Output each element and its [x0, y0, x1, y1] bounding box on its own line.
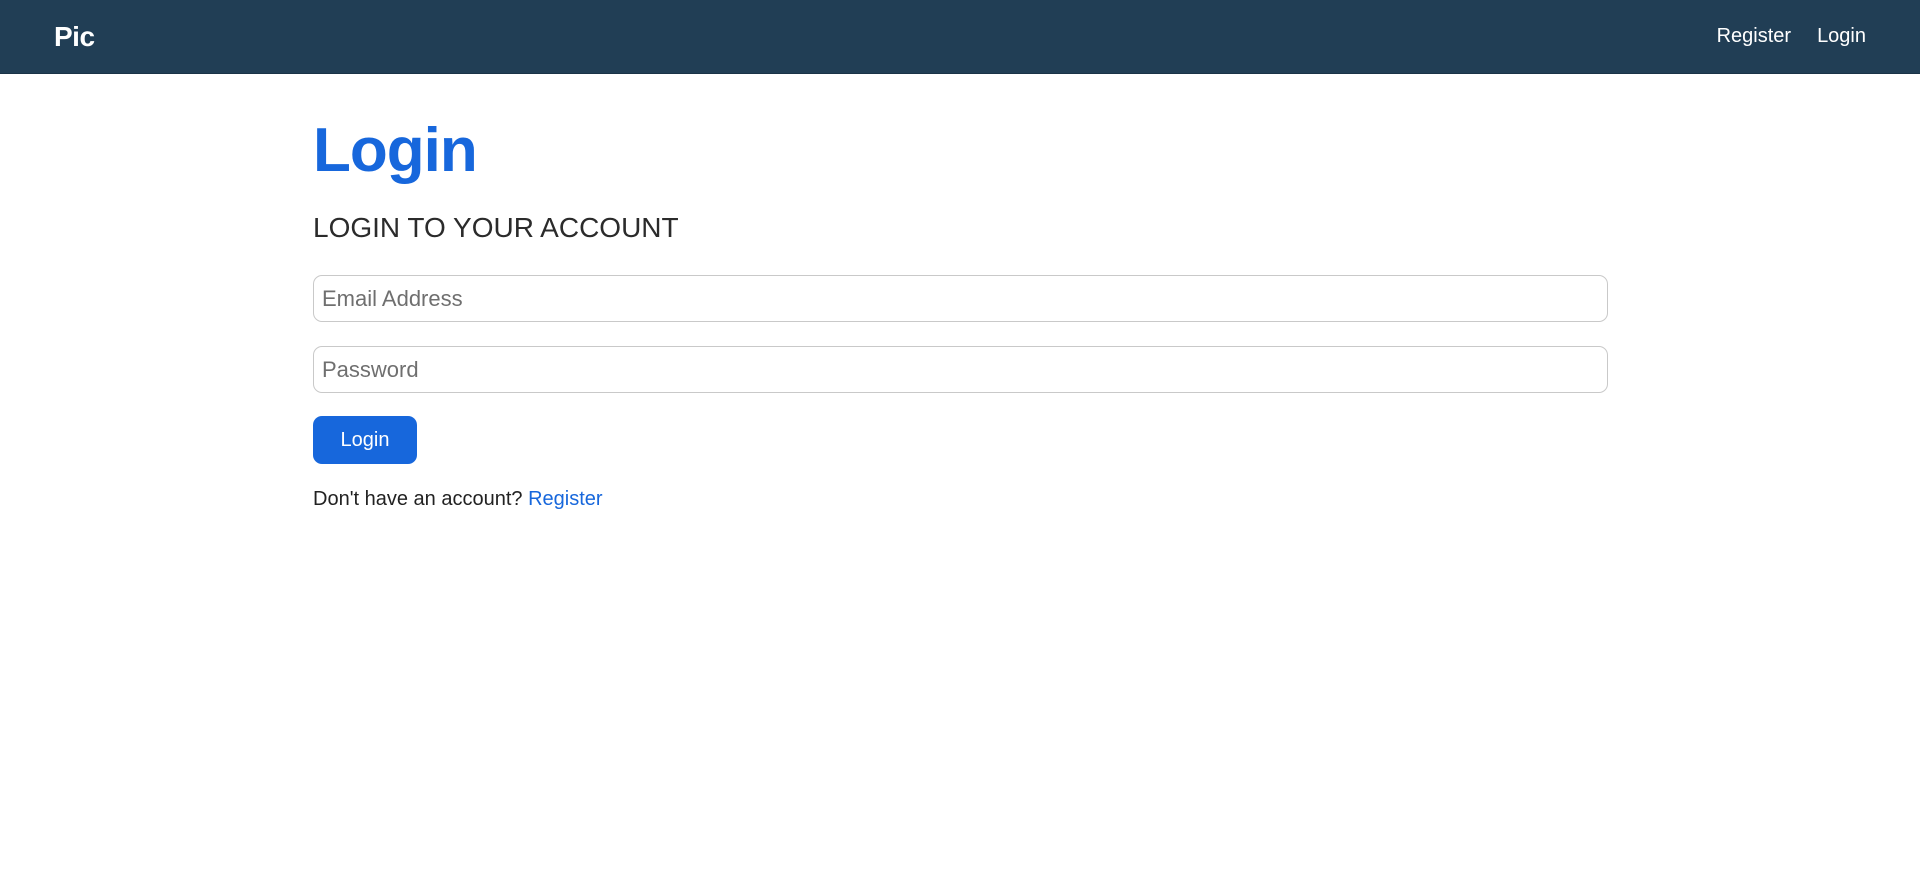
top-navbar: Pic Register Login [0, 0, 1920, 74]
register-prompt-text: Don't have an account? [313, 488, 523, 510]
nav-register-link[interactable]: Register [1717, 25, 1791, 48]
nav-links: Register Login [1717, 25, 1866, 48]
nav-login-link[interactable]: Login [1817, 25, 1866, 48]
page-title: Login [313, 116, 478, 185]
brand-logo[interactable]: Pic [54, 21, 95, 53]
register-link[interactable]: Register [528, 488, 602, 510]
password-field[interactable] [313, 346, 1608, 393]
page-subtitle: LOGIN TO YOUR ACCOUNT [313, 212, 679, 243]
login-section: Login LOGIN TO YOUR ACCOUNT Login Don't … [313, 74, 1608, 511]
login-form: Login [313, 275, 1608, 464]
login-button[interactable]: Login [313, 416, 417, 464]
email-field[interactable] [313, 275, 1608, 322]
register-prompt: Don't have an account? Register [313, 488, 1608, 511]
